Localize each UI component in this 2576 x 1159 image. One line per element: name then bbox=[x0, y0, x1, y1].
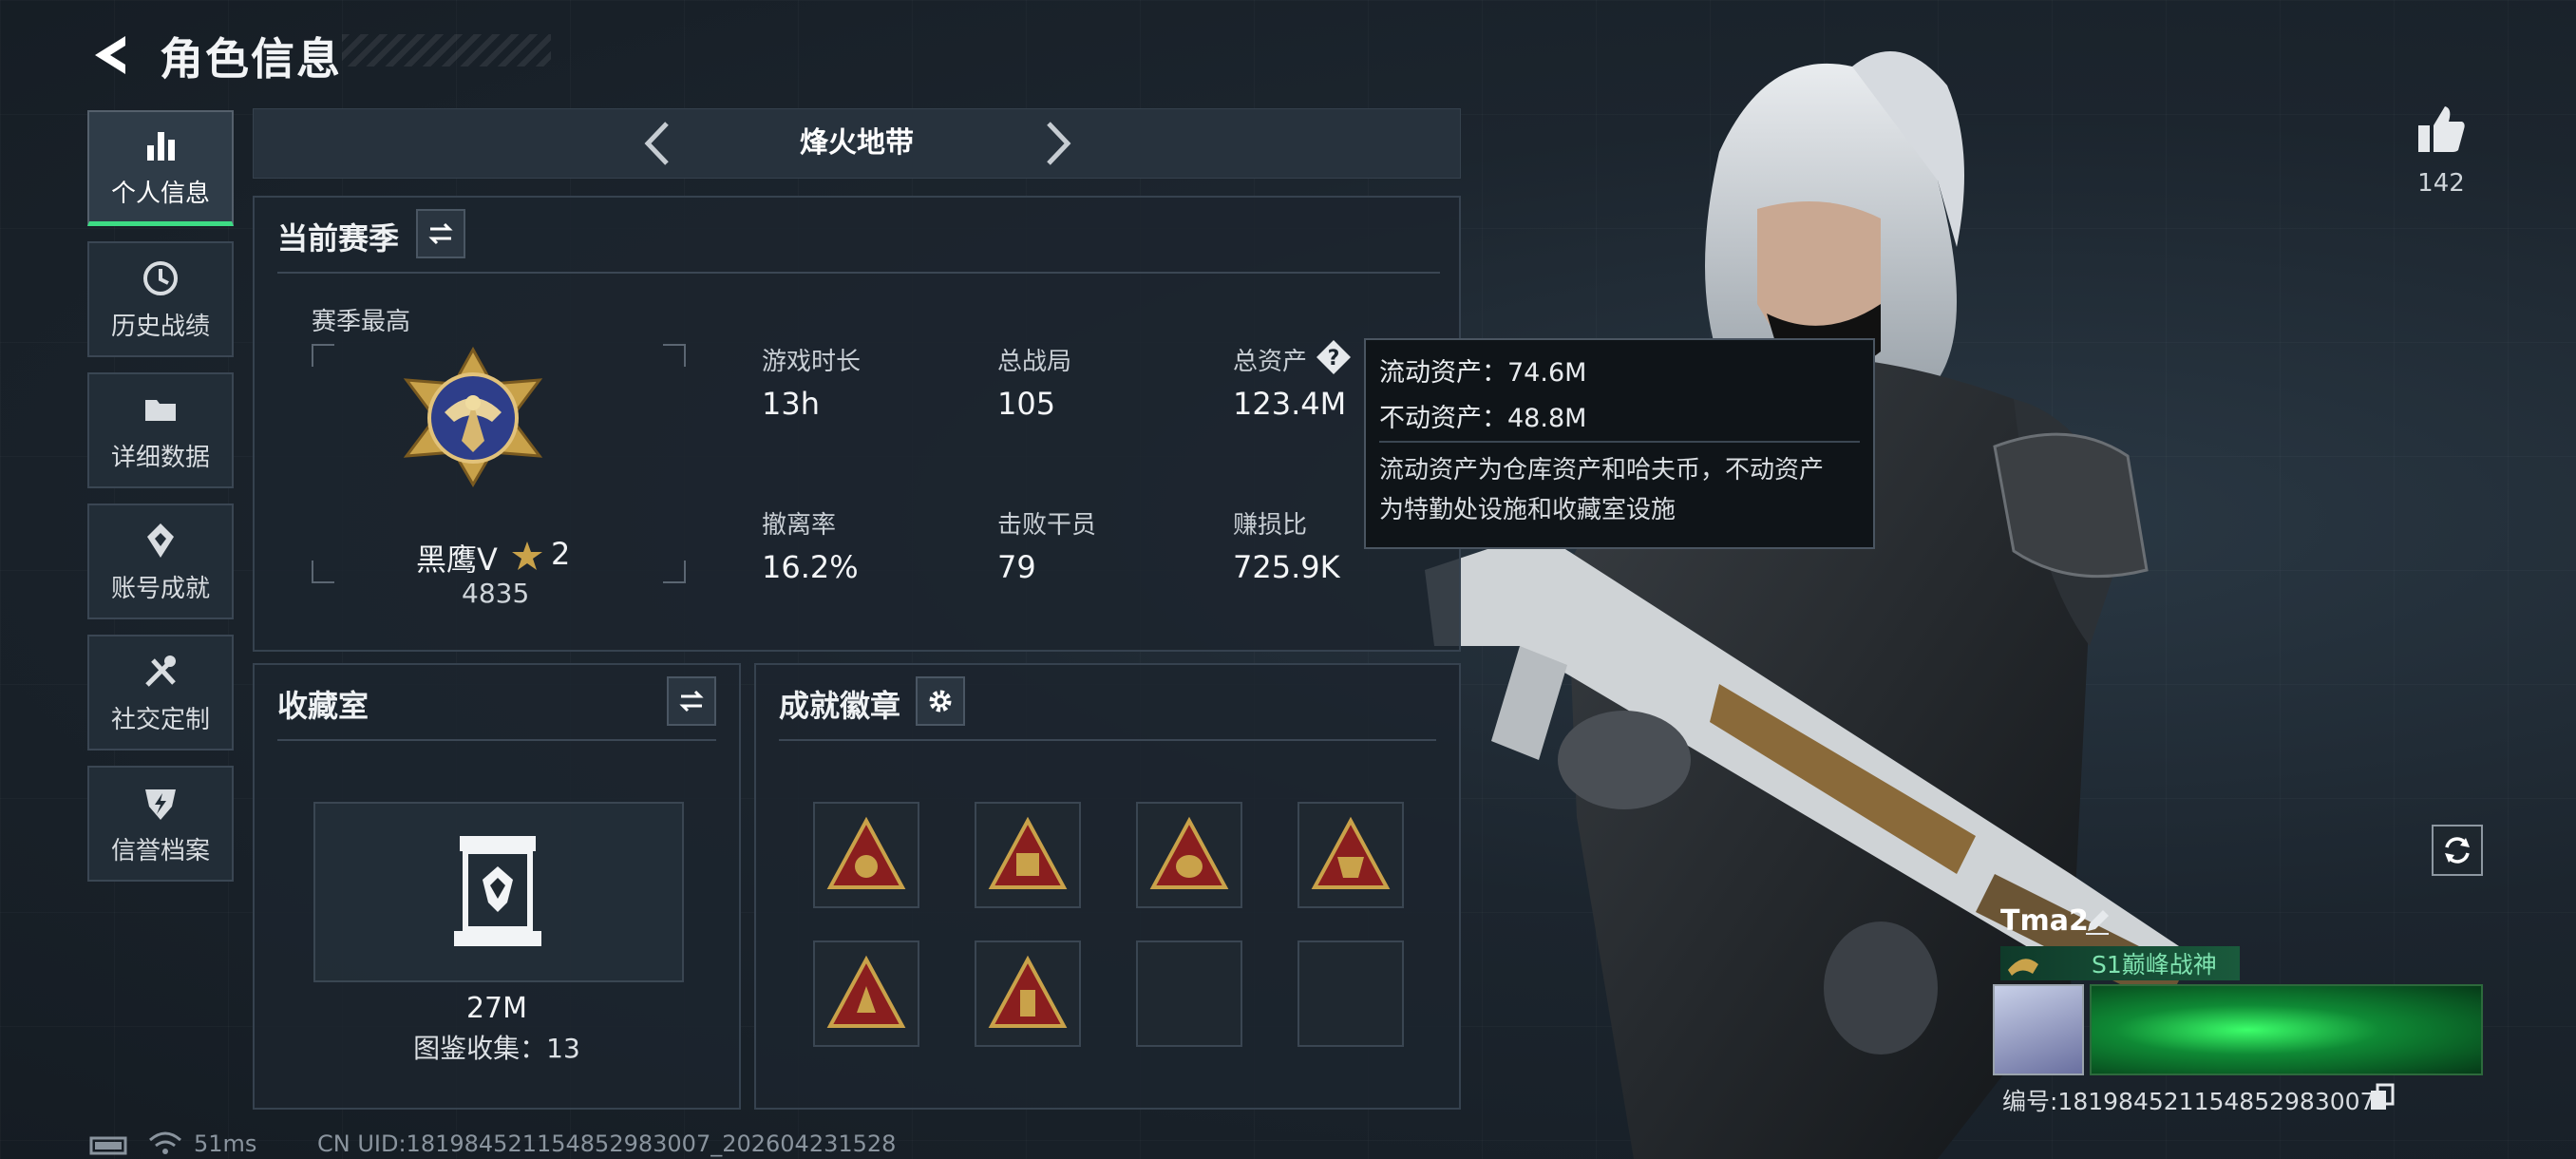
help-icon[interactable]: ? bbox=[1315, 338, 1353, 376]
frame-corner bbox=[312, 344, 334, 367]
sidebar-item-history[interactable]: 历史战绩 bbox=[87, 241, 234, 357]
frame-corner bbox=[663, 344, 686, 367]
badges-divider bbox=[779, 739, 1436, 741]
tools-icon bbox=[145, 655, 176, 687]
stat-label-matches: 总战局 bbox=[997, 348, 1072, 376]
svg-text:?: ? bbox=[1328, 347, 1340, 370]
back-arrow-icon[interactable] bbox=[84, 28, 137, 82]
season-switch-button[interactable] bbox=[416, 209, 465, 258]
triangle-badge-icon bbox=[988, 955, 1068, 1028]
collection-switch-button[interactable] bbox=[667, 676, 716, 726]
frame-corner bbox=[312, 560, 334, 583]
shield-icon bbox=[145, 788, 176, 820]
stat-value-profit-ratio: 725.9K bbox=[1233, 549, 1340, 585]
triangle-badge-icon bbox=[1311, 816, 1391, 889]
sidebar-item-label: 详细数据 bbox=[110, 443, 210, 472]
achievement-badge[interactable] bbox=[813, 940, 919, 1047]
bar-chart-icon bbox=[147, 132, 175, 161]
prev-mode-chevron-icon[interactable] bbox=[633, 116, 686, 171]
tooltip-desc-line2: 为特勤处设施和收藏室设施 bbox=[1379, 496, 1676, 524]
stat-value-matches: 105 bbox=[997, 386, 1056, 422]
wifi-icon bbox=[149, 1131, 181, 1154]
achievement-icon bbox=[147, 522, 174, 558]
triangle-badge-icon bbox=[826, 816, 906, 889]
stat-value-total-assets: 123.4M bbox=[1233, 386, 1347, 422]
collection-catalog-count: 图鉴收集：13 bbox=[413, 1033, 580, 1064]
folder-icon bbox=[145, 399, 176, 421]
tooltip-desc-line1: 流动资产为仓库资产和哈夫币，不动资产 bbox=[1379, 456, 1825, 484]
rank-score: 4835 bbox=[462, 578, 530, 609]
rank-emblem-icon bbox=[403, 346, 543, 487]
title-badge-icon bbox=[2008, 959, 2038, 976]
collection-divider bbox=[277, 739, 716, 741]
edit-pencil-icon[interactable] bbox=[2082, 906, 2112, 937]
stat-label-playtime: 游戏时长 bbox=[762, 348, 862, 376]
star-icon bbox=[512, 542, 542, 570]
copy-icon[interactable] bbox=[2369, 1083, 2396, 1112]
player-banner-card[interactable] bbox=[2090, 984, 2483, 1075]
gear-icon bbox=[929, 690, 952, 712]
stat-label-total-assets: 总资产 bbox=[1233, 348, 1308, 376]
season-panel-title: 当前赛季 bbox=[277, 220, 400, 256]
swap-icon bbox=[428, 222, 453, 245]
sidebar-item-label: 个人信息 bbox=[110, 180, 210, 208]
achievement-badge[interactable] bbox=[1136, 802, 1242, 908]
title-decoration bbox=[342, 34, 551, 66]
season-divider bbox=[277, 272, 1440, 274]
rank-stars-count: 2 bbox=[551, 536, 571, 572]
sidebar-item-label: 账号成就 bbox=[110, 574, 210, 603]
stat-value-playtime: 13h bbox=[762, 386, 820, 422]
tooltip-fixed-assets: 不动资产：48.8M bbox=[1379, 404, 1587, 433]
achievement-badge[interactable] bbox=[975, 940, 1081, 1047]
thumbs-up-icon[interactable] bbox=[2415, 103, 2468, 156]
mode-title: 烽火地带 bbox=[800, 126, 914, 160]
rank-name: 黑鹰Ⅴ bbox=[416, 542, 498, 578]
sidebar-item-label: 历史战绩 bbox=[110, 312, 210, 341]
stat-label-profit-ratio: 赚损比 bbox=[1233, 511, 1308, 540]
triangle-badge-icon bbox=[988, 816, 1068, 889]
next-mode-chevron-icon[interactable] bbox=[1030, 116, 1083, 171]
player-id: 编号:1819845211548529830​07 bbox=[2002, 1088, 2376, 1115]
empty-badge-slot[interactable] bbox=[1297, 940, 1404, 1047]
player-title: S1巅峰战神 bbox=[2092, 951, 2217, 978]
likes-count: 142 bbox=[2417, 169, 2465, 198]
collection-panel-title: 收藏室 bbox=[277, 688, 369, 724]
refresh-button[interactable] bbox=[2432, 825, 2483, 876]
badges-panel-title: 成就徽章 bbox=[779, 688, 901, 724]
tooltip-divider bbox=[1379, 441, 1860, 443]
empty-badge-slot[interactable] bbox=[1136, 940, 1242, 1047]
player-avatar[interactable] bbox=[1993, 984, 2084, 1075]
battery-icon bbox=[89, 1136, 127, 1155]
sidebar-item-personal-info[interactable]: 个人信息 bbox=[87, 110, 234, 226]
ping-value: 51ms bbox=[194, 1130, 257, 1157]
triangle-badge-icon bbox=[1149, 816, 1229, 889]
player-name: Tma2 bbox=[2000, 904, 2089, 938]
sidebar-item-achievements[interactable]: 账号成就 bbox=[87, 504, 234, 619]
player-title-banner: S1巅峰战神 bbox=[2000, 946, 2240, 980]
history-icon bbox=[143, 260, 178, 295]
stat-label-kills: 击败干员 bbox=[997, 511, 1097, 540]
sidebar-item-label: 信誉档案 bbox=[110, 836, 210, 865]
stat-value-extract-rate: 16.2% bbox=[762, 549, 859, 585]
season-best-label: 赛季最高 bbox=[312, 308, 411, 336]
sidebar-item-detailed-data[interactable]: 详细数据 bbox=[87, 372, 234, 488]
sidebar-item-social[interactable]: 社交定制 bbox=[87, 635, 234, 750]
achievement-badge[interactable] bbox=[1297, 802, 1404, 908]
collection-value: 27M bbox=[465, 992, 528, 1025]
page-title: 角色信息 bbox=[160, 33, 342, 85]
sidebar-item-reputation[interactable]: 信誉档案 bbox=[87, 766, 234, 882]
refresh-icon bbox=[2445, 837, 2470, 864]
badges-settings-button[interactable] bbox=[916, 676, 965, 726]
frame-corner bbox=[663, 560, 686, 583]
sidebar-item-label: 社交定制 bbox=[110, 705, 210, 734]
tooltip-liquid-assets: 流动资产：74.6M bbox=[1379, 358, 1587, 388]
achievement-badge[interactable] bbox=[975, 802, 1081, 908]
stat-value-kills: 79 bbox=[997, 549, 1036, 585]
trophy-case-icon bbox=[454, 836, 541, 946]
swap-icon bbox=[679, 690, 704, 712]
footer-uid: CN UID:1819845211548529830​07_2026042315… bbox=[317, 1130, 897, 1157]
triangle-badge-icon bbox=[826, 955, 906, 1028]
stat-label-extract-rate: 撤离率 bbox=[762, 511, 837, 540]
achievement-badge[interactable] bbox=[813, 802, 919, 908]
